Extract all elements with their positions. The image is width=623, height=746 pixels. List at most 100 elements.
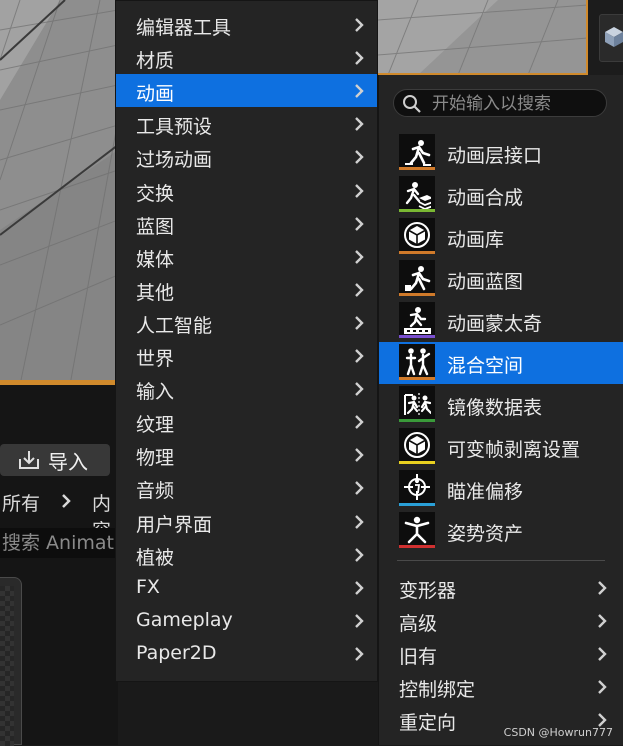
- chevron-right-icon: [355, 613, 364, 628]
- menu-item[interactable]: FX: [116, 571, 377, 604]
- asset-type-item[interactable]: 动画蒙太奇: [379, 300, 623, 342]
- menu-item[interactable]: 输入: [116, 372, 377, 405]
- asset-type-tile: [399, 260, 435, 296]
- menu-item-label: Paper2D: [136, 641, 217, 664]
- chevron-right-icon: [355, 84, 364, 99]
- asset-type-item[interactable]: 动画库: [379, 216, 623, 258]
- viewport-grid: [0, 0, 116, 385]
- submenu-search-input[interactable]: [430, 90, 604, 118]
- asset-type-item[interactable]: 可变帧剥离设置: [379, 426, 623, 468]
- menu-item[interactable]: 过场动画: [116, 140, 377, 173]
- menu-item[interactable]: 交换: [116, 174, 377, 207]
- menu-item-label: 动画: [136, 83, 175, 106]
- asset-type-tile: [399, 512, 435, 548]
- chevron-right-icon: [355, 448, 364, 463]
- menu-item[interactable]: 世界: [116, 339, 377, 372]
- menu-item-label: 媒体: [136, 248, 175, 271]
- chevron-right-icon: [598, 647, 607, 661]
- chevron-right-icon[interactable]: [60, 494, 72, 508]
- menu-divider: [397, 560, 605, 561]
- asset-type-tile: [399, 302, 435, 338]
- breadcrumb-root[interactable]: 所有: [2, 489, 40, 516]
- asset-type-tile: [399, 218, 435, 254]
- menu-item[interactable]: 纹理: [116, 405, 377, 438]
- chevron-right-icon: [598, 581, 607, 595]
- animation-blueprint-icon: [405, 266, 431, 291]
- submenu-category[interactable]: 高级: [379, 604, 623, 637]
- submenu-category-label: 重定向: [399, 712, 457, 734]
- menu-item[interactable]: Paper2D: [116, 637, 377, 670]
- asset-type-label: 瞄准偏移: [447, 481, 524, 503]
- asset-thumbnail[interactable]: [0, 577, 22, 746]
- asset-type-tile: [399, 344, 435, 380]
- menu-item[interactable]: 编辑器工具: [116, 8, 377, 41]
- submenu-category[interactable]: 变形器: [379, 571, 623, 604]
- menu-item[interactable]: 植被: [116, 538, 377, 571]
- chevron-right-icon: [355, 349, 364, 363]
- asset-type-item[interactable]: 动画层接口: [379, 132, 623, 174]
- search-icon: [403, 95, 421, 113]
- import-button[interactable]: 导入: [0, 444, 110, 476]
- menu-item[interactable]: 用户界面: [116, 505, 377, 538]
- menu-item[interactable]: 媒体: [116, 240, 377, 273]
- menu-item[interactable]: 其他: [116, 273, 377, 306]
- menu-item-label: 纹理: [136, 414, 175, 437]
- asset-type-tile: [399, 176, 435, 212]
- asset-type-label: 镜像数据表: [447, 397, 543, 419]
- menu-item-label: 物理: [136, 447, 175, 470]
- import-icon: [19, 451, 39, 469]
- chevron-right-icon: [355, 183, 364, 198]
- asset-color-bar: [399, 377, 435, 380]
- chevron-right-icon: [355, 18, 364, 32]
- blend-space-icon: [405, 348, 431, 376]
- menu-item-label: FX: [136, 575, 160, 598]
- submenu-search[interactable]: [393, 89, 607, 118]
- level-viewport[interactable]: [0, 0, 118, 385]
- menu-item[interactable]: 工具预设: [116, 107, 377, 140]
- content-search-input[interactable]: 搜索 Animation: [0, 528, 118, 558]
- menu-item[interactable]: Gameplay: [116, 604, 377, 637]
- chevron-right-icon: [355, 316, 364, 330]
- asset-color-bar: [399, 545, 435, 548]
- animation-submenu: 动画层接口动画合成动画库动画蓝图动画蒙太奇混合空间镜像数据表可变帧剥离设置瞄准偏…: [378, 75, 623, 745]
- level-viewport-right[interactable]: [378, 0, 588, 75]
- chevron-right-icon: [355, 150, 364, 165]
- chevron-right-icon: [355, 580, 364, 595]
- asset-color-bar: [399, 335, 435, 338]
- submenu-category[interactable]: 旧有: [379, 637, 623, 670]
- breadcrumb: 所有 内容: [0, 486, 118, 542]
- menu-item[interactable]: 物理: [116, 438, 377, 471]
- asset-type-tile: [399, 386, 435, 422]
- asset-type-item[interactable]: 瞄准偏移: [379, 468, 623, 510]
- animation-library-icon: [404, 222, 430, 248]
- asset-color-bar: [399, 251, 435, 254]
- menu-item-label: 用户界面: [136, 513, 213, 536]
- chevron-right-icon: [355, 415, 364, 430]
- asset-type-item[interactable]: 动画合成: [379, 174, 623, 216]
- asset-type-item[interactable]: 混合空间: [379, 342, 623, 384]
- asset-type-item[interactable]: 动画蓝图: [379, 258, 623, 300]
- cube-icon: [605, 27, 623, 47]
- menu-item-label: 材质: [136, 50, 175, 73]
- asset-color-bar: [399, 209, 435, 212]
- asset-type-label: 动画蒙太奇: [447, 313, 543, 335]
- submenu-category[interactable]: 控制绑定: [379, 670, 623, 703]
- submenu-category-label: 变形器: [399, 580, 457, 602]
- chevron-right-icon: [355, 249, 364, 264]
- asset-type-item[interactable]: 姿势资产: [379, 510, 623, 552]
- menu-item-label: 编辑器工具: [136, 17, 232, 39]
- menu-item[interactable]: 动画: [116, 74, 377, 108]
- submenu-category-label: 高级: [399, 613, 438, 635]
- menu-item[interactable]: 材质: [116, 41, 377, 74]
- aim-offset-icon: [404, 474, 430, 500]
- menu-item[interactable]: 蓝图: [116, 207, 377, 240]
- chevron-right-icon: [355, 216, 364, 231]
- chevron-right-icon: [598, 680, 607, 694]
- asset-color-bar: [399, 293, 435, 296]
- asset-type-item[interactable]: 镜像数据表: [379, 384, 623, 426]
- chevron-right-icon: [355, 547, 364, 562]
- place-actor-button[interactable]: [599, 14, 623, 62]
- menu-item[interactable]: 音频: [116, 471, 377, 504]
- variable-frame-stripping-icon: [404, 432, 430, 458]
- menu-item[interactable]: 人工智能: [116, 306, 377, 339]
